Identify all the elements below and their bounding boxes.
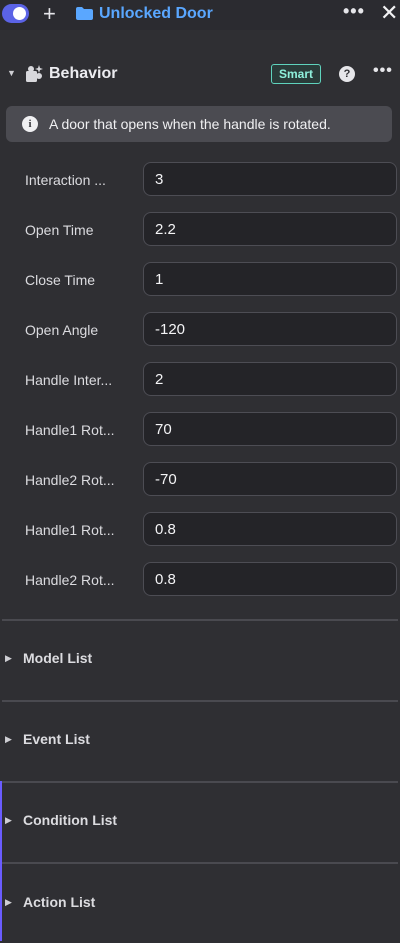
divider — [2, 619, 398, 621]
collapse-caret-icon[interactable]: ▼ — [7, 68, 16, 78]
expand-caret-icon[interactable]: ▶ — [5, 734, 12, 745]
behavior-title: Behavior — [49, 65, 118, 82]
expand-caret-icon[interactable]: ▶ — [5, 653, 12, 664]
field-value: -120 — [155, 321, 186, 338]
field-input[interactable]: 1 — [143, 262, 397, 296]
info-text: A door that opens when the handle is rot… — [49, 116, 331, 132]
field-input[interactable]: 3 — [143, 162, 397, 196]
selection-accent-bar — [0, 781, 2, 941]
section-model-list[interactable]: ▶ Model List — [0, 640, 400, 680]
field-row: Handle1 Rot... 0.8 — [0, 512, 400, 546]
more-options-icon[interactable]: ••• — [343, 1, 365, 22]
field-input[interactable]: -70 — [143, 462, 397, 496]
section-label: Condition List — [23, 812, 118, 828]
folder-icon — [76, 7, 93, 20]
field-value: 1 — [155, 271, 164, 288]
section-condition-list[interactable]: ▶ Condition List — [0, 802, 400, 842]
field-input[interactable]: 0.8 — [143, 562, 397, 596]
info-icon: i — [22, 116, 38, 132]
field-label: Close Time — [25, 272, 96, 288]
field-label: Open Time — [25, 222, 94, 238]
field-value: 2.2 — [155, 221, 176, 238]
section-action-list[interactable]: ▶ Action List — [0, 884, 400, 924]
field-row: Handle2 Rot... 0.8 — [0, 562, 400, 596]
field-row: Open Angle -120 — [0, 312, 400, 346]
field-value: 70 — [155, 421, 172, 438]
divider — [2, 781, 398, 783]
field-label: Handle2 Rot... — [25, 572, 115, 588]
add-icon[interactable]: + — [43, 2, 56, 26]
field-row: Handle1 Rot... 70 — [0, 412, 400, 446]
field-input[interactable]: 0.8 — [143, 512, 397, 546]
behavior-header[interactable]: ▼ Behavior Smart ? ••• — [0, 56, 400, 92]
field-value: 2 — [155, 371, 164, 388]
field-input[interactable]: 70 — [143, 412, 397, 446]
puzzle-icon — [26, 65, 43, 82]
field-label: Handle2 Rot... — [25, 472, 115, 488]
expand-caret-icon[interactable]: ▶ — [5, 897, 12, 908]
section-label: Event List — [23, 731, 90, 747]
field-value: 3 — [155, 171, 164, 188]
behavior-more-icon[interactable]: ••• — [373, 62, 393, 80]
field-input[interactable]: 2 — [143, 362, 397, 396]
field-row: Close Time 1 — [0, 262, 400, 296]
field-label: Interaction ... — [25, 172, 106, 188]
field-value: -70 — [155, 471, 177, 488]
enable-toggle[interactable] — [2, 4, 29, 23]
field-label: Open Angle — [25, 322, 99, 338]
field-input[interactable]: 2.2 — [143, 212, 397, 246]
field-value: 0.8 — [155, 521, 176, 538]
section-label: Model List — [23, 650, 93, 666]
info-banner: i A door that opens when the handle is r… — [6, 106, 392, 142]
field-row: Interaction ... 3 — [0, 162, 400, 196]
close-icon[interactable]: ✕ — [380, 1, 398, 25]
divider — [2, 700, 398, 702]
section-label: Action List — [23, 894, 96, 910]
field-label: Handle1 Rot... — [25, 422, 115, 438]
field-row: Open Time 2.2 — [0, 212, 400, 246]
field-label: Handle1 Rot... — [25, 522, 115, 538]
field-label: Handle Inter... — [25, 372, 113, 388]
field-row: Handle Inter... 2 — [0, 362, 400, 396]
top-bar: + Unlocked Door ••• ✕ — [0, 0, 400, 30]
divider — [2, 862, 398, 864]
section-event-list[interactable]: ▶ Event List — [0, 721, 400, 761]
field-row: Handle2 Rot... -70 — [0, 462, 400, 496]
toggle-knob — [13, 7, 26, 20]
behavior-panel: + Unlocked Door ••• ✕ ▼ Behavior Smart ?… — [0, 0, 400, 943]
smart-badge: Smart — [271, 64, 321, 84]
field-input[interactable]: -120 — [143, 312, 397, 346]
field-value: 0.8 — [155, 571, 176, 588]
expand-caret-icon[interactable]: ▶ — [5, 815, 12, 826]
entity-title[interactable]: Unlocked Door — [99, 5, 213, 23]
help-icon[interactable]: ? — [339, 66, 355, 82]
